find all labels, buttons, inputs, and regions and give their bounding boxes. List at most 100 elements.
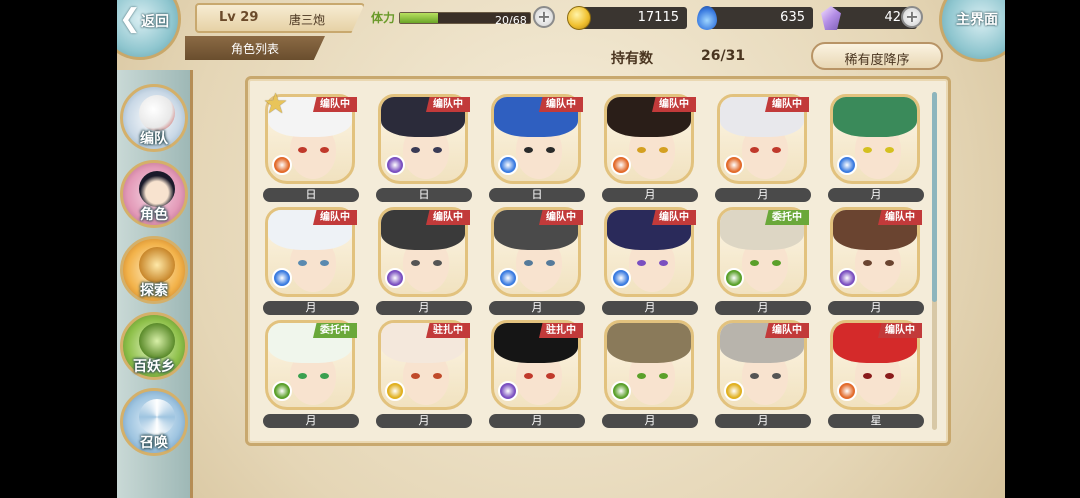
blue-element-icon bbox=[498, 155, 518, 175]
purple-element-icon bbox=[385, 268, 405, 288]
character-card[interactable]: 委托中月 bbox=[263, 320, 359, 432]
character-label: 月 bbox=[489, 301, 585, 315]
yellow-element-icon bbox=[724, 381, 744, 401]
main-menu-label: 主界面 bbox=[956, 12, 998, 28]
status-tag: 编队中 bbox=[313, 210, 357, 225]
sun-element-icon bbox=[611, 155, 631, 175]
side-menu-label: 探索 bbox=[140, 283, 168, 299]
formation-art bbox=[139, 95, 175, 131]
stamina-label: 体力 bbox=[371, 11, 396, 25]
yellow-element-icon bbox=[385, 381, 405, 401]
character-card[interactable]: 编队中月 bbox=[263, 207, 359, 319]
portrait-hair bbox=[833, 97, 917, 138]
character-label: 月 bbox=[376, 301, 472, 315]
blue-element-icon bbox=[837, 155, 857, 175]
back-arrow-icon: ❮ bbox=[119, 4, 141, 34]
back-label: 返回 bbox=[141, 14, 169, 30]
portrait-eye bbox=[637, 147, 646, 153]
purple-element-icon bbox=[498, 381, 518, 401]
portrait-eye bbox=[298, 373, 307, 379]
portrait-eye bbox=[298, 147, 307, 153]
character-card[interactable]: 编队中月 bbox=[602, 94, 698, 206]
blue-element-icon bbox=[611, 268, 631, 288]
side-menu-village[interactable]: 百妖乡 bbox=[120, 312, 188, 380]
blue-element-icon bbox=[498, 268, 518, 288]
status-tag: 编队中 bbox=[765, 97, 809, 112]
side-menu-explore[interactable]: 探索 bbox=[120, 236, 188, 304]
portrait-eye bbox=[885, 260, 894, 266]
sun-element-icon bbox=[272, 155, 292, 175]
character-card[interactable]: 编队中月 bbox=[715, 320, 811, 432]
scrollbar-thumb[interactable] bbox=[932, 92, 937, 302]
gold-counter: 17115 bbox=[577, 7, 687, 29]
stamina-fill bbox=[400, 13, 439, 23]
side-menu: 编队 角色 探索 百妖乡 召唤 bbox=[117, 70, 193, 498]
soul-value: 635 bbox=[780, 10, 805, 25]
green-element-icon bbox=[724, 268, 744, 288]
page-title-banner: 角色列表 bbox=[185, 36, 325, 60]
character-label: 月 bbox=[715, 414, 811, 428]
character-card[interactable]: 月 bbox=[602, 320, 698, 432]
character-label: 月 bbox=[828, 188, 924, 202]
holding-count-value: 26/31 bbox=[701, 48, 746, 64]
side-menu-formation[interactable]: 编队 bbox=[120, 84, 188, 152]
character-label: 月 bbox=[489, 414, 585, 428]
status-tag: 编队中 bbox=[426, 97, 470, 112]
portrait-eye bbox=[546, 260, 555, 266]
portrait-eye bbox=[546, 373, 555, 379]
character-card[interactable]: 编队中月 bbox=[715, 94, 811, 206]
portrait-eye bbox=[546, 147, 555, 153]
sort-rarity-button[interactable]: 稀有度降序 bbox=[811, 42, 943, 70]
portrait-eye bbox=[320, 260, 329, 266]
portrait-eye bbox=[637, 260, 646, 266]
character-card[interactable]: 编队中月 bbox=[489, 207, 585, 319]
character-card[interactable]: 驻扎中月 bbox=[376, 320, 472, 432]
character-label: 日 bbox=[376, 188, 472, 202]
portrait-eye bbox=[750, 147, 759, 153]
player-plate: Lv 29 唐三炮 bbox=[195, 3, 365, 33]
character-label: 月 bbox=[602, 414, 698, 428]
side-menu-label: 百妖乡 bbox=[133, 359, 175, 375]
character-card[interactable]: 月 bbox=[828, 94, 924, 206]
character-card[interactable]: 编队中星 bbox=[828, 320, 924, 432]
character-card[interactable]: 驻扎中月 bbox=[489, 320, 585, 432]
side-menu-character[interactable]: 角色 bbox=[120, 160, 188, 228]
character-portrait bbox=[604, 320, 694, 410]
add-stamina-button[interactable]: + bbox=[533, 6, 555, 28]
character-label: 月 bbox=[376, 414, 472, 428]
back-button[interactable]: ❮ 返回 bbox=[117, 0, 187, 60]
portrait-eye bbox=[863, 373, 872, 379]
portrait-eye bbox=[637, 373, 646, 379]
green-element-icon bbox=[611, 381, 631, 401]
character-card[interactable]: 委托中月 bbox=[715, 207, 811, 319]
character-card[interactable]: 编队中月 bbox=[376, 207, 472, 319]
add-gems-button[interactable]: + bbox=[901, 6, 923, 28]
summon-art bbox=[139, 399, 175, 435]
game-screen: ❮ 返回 Lv 29 唐三炮 体力 20/68 + 17115 635 42 +… bbox=[117, 0, 1005, 498]
character-card[interactable]: 编队中日 bbox=[376, 94, 472, 206]
character-card[interactable]: 编队中月 bbox=[828, 207, 924, 319]
status-tag: 编队中 bbox=[652, 97, 696, 112]
portrait-eye bbox=[433, 260, 442, 266]
portrait-eye bbox=[659, 147, 668, 153]
character-card[interactable]: 编队中日 bbox=[489, 94, 585, 206]
portrait-eye bbox=[863, 147, 872, 153]
character-portrait bbox=[830, 94, 920, 184]
status-tag: 编队中 bbox=[652, 210, 696, 225]
stamina-value: 20/68 bbox=[495, 14, 527, 27]
character-card[interactable]: 编队中月 bbox=[602, 207, 698, 319]
portrait-eye bbox=[524, 373, 533, 379]
character-label: 日 bbox=[489, 188, 585, 202]
portrait-eye bbox=[320, 373, 329, 379]
side-menu-label: 召唤 bbox=[140, 435, 168, 451]
grid-scrollbar[interactable] bbox=[932, 92, 937, 430]
gem-value: 42 bbox=[884, 10, 901, 25]
portrait-eye bbox=[411, 373, 420, 379]
character-card[interactable]: 编队中 ★ 日 bbox=[263, 90, 359, 206]
character-label: 月 bbox=[263, 301, 359, 315]
portrait-hair bbox=[607, 323, 691, 364]
village-art bbox=[139, 323, 175, 359]
sun-element-icon bbox=[724, 155, 744, 175]
player-name: 唐三炮 bbox=[289, 13, 326, 27]
side-menu-summon[interactable]: 召唤 bbox=[120, 388, 188, 456]
